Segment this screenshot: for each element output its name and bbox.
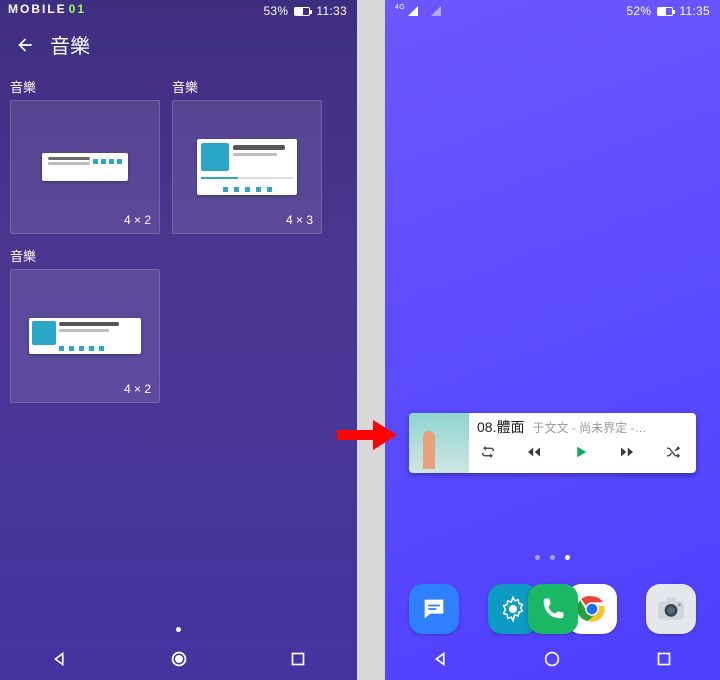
widget-size: 4 × 2	[124, 382, 151, 396]
song-meta: 于文文 - 尚未界定 -…	[532, 419, 646, 436]
widget-size: 4 × 2	[124, 213, 151, 227]
play-icon[interactable]	[572, 443, 590, 461]
shuffle-icon[interactable]	[664, 443, 682, 461]
widget-thumb: 4 × 3	[172, 100, 322, 234]
album-art	[409, 413, 469, 473]
widget-label: 音樂	[172, 77, 322, 96]
header: 音樂	[0, 20, 357, 65]
widget-thumb: 4 × 2	[10, 269, 160, 403]
screen-widget-picker: MOBILE01 53% 11:33 音樂 音樂 4 × 2	[0, 0, 357, 680]
mini-music-4x2-art	[29, 318, 141, 354]
battery-percent: 52%	[626, 4, 651, 18]
app-phone[interactable]	[528, 584, 578, 634]
arrow-icon	[337, 418, 397, 452]
page-indicator	[385, 555, 720, 560]
page-title: 音樂	[50, 30, 90, 59]
back-icon[interactable]	[14, 34, 36, 56]
signal-icon	[421, 6, 431, 16]
widget-option[interactable]: 音樂 4 × 2	[10, 246, 160, 403]
widget-option[interactable]: 音樂 4 × 3	[172, 77, 322, 234]
nav-back-icon[interactable]	[430, 648, 452, 670]
prev-icon[interactable]	[525, 443, 543, 461]
app-messages[interactable]	[409, 584, 459, 634]
clock: 11:33	[316, 4, 347, 18]
battery-icon	[294, 7, 310, 16]
widget-grid: 音樂 4 × 2 音樂 4 × 3	[0, 65, 357, 415]
brand-text: MOBILE01	[8, 2, 86, 16]
music-widget[interactable]: 08.體面 于文文 - 尚未界定 -…	[409, 413, 696, 473]
nav-back-icon[interactable]	[49, 648, 71, 670]
widget-option[interactable]: 音樂 4 × 2	[10, 77, 160, 234]
nav-recent-icon[interactable]	[287, 648, 309, 670]
clock: 11:35	[679, 4, 710, 18]
mini-music-4x3	[197, 139, 297, 195]
nav-bar	[385, 638, 720, 680]
widget-thumb: 4 × 2	[10, 100, 160, 234]
page-indicator	[0, 627, 357, 632]
nav-home-icon[interactable]	[168, 648, 190, 670]
battery-icon	[657, 7, 673, 16]
repeat-icon[interactable]	[479, 443, 497, 461]
screen-home: 4G 52% 11:35 08.體面 于文文 - 尚未界定 -…	[385, 0, 720, 680]
nav-home-icon[interactable]	[541, 648, 563, 670]
song-title: 08.體面	[477, 417, 524, 437]
signal-icon	[408, 6, 418, 16]
nav-recent-icon[interactable]	[653, 648, 675, 670]
widget-label: 音樂	[10, 77, 160, 96]
widget-label: 音樂	[10, 246, 160, 265]
app-camera[interactable]	[646, 584, 696, 634]
signal-icons: 4G	[395, 6, 431, 16]
nav-bar	[0, 638, 357, 680]
next-icon[interactable]	[618, 443, 636, 461]
dock	[385, 584, 720, 634]
status-bar: 4G 52% 11:35	[385, 0, 720, 20]
network-label: 4G	[395, 4, 405, 11]
widget-size: 4 × 3	[286, 213, 313, 227]
mini-music-4x2-compact	[42, 153, 128, 181]
battery-percent: 53%	[263, 4, 288, 18]
